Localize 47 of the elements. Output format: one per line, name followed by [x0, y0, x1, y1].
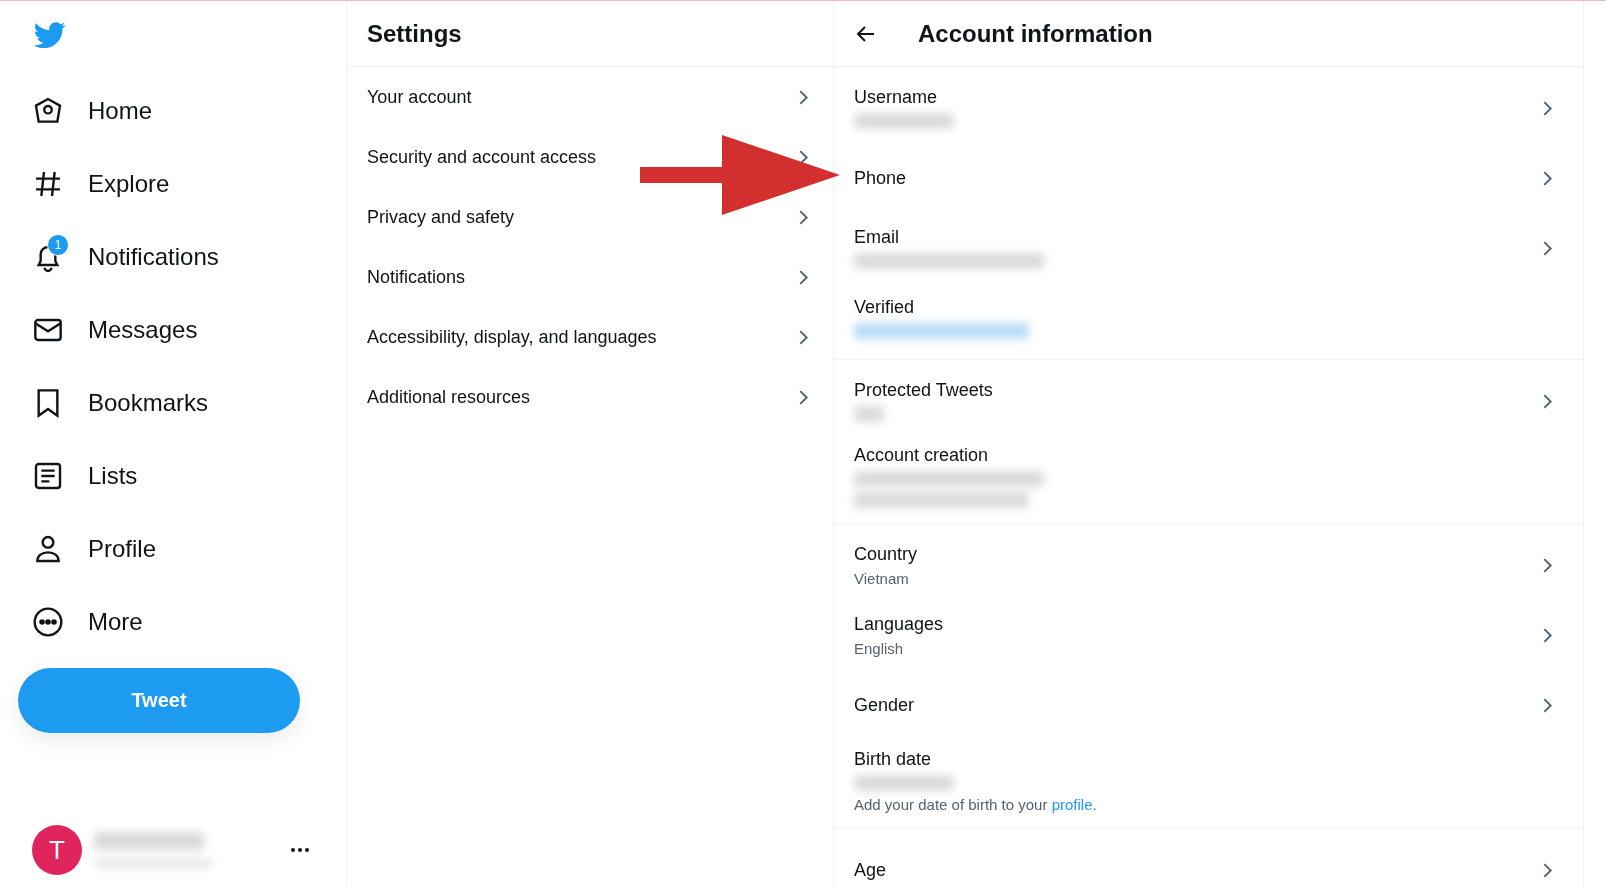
account-detail-row[interactable]: Languages English	[834, 600, 1583, 670]
nav-item[interactable]: 1 Notifications	[18, 220, 346, 293]
nav-item[interactable]: Messages	[18, 293, 346, 366]
birth-date-note: Add your date of birth to your profile.	[854, 796, 1097, 813]
chevron-icon	[1542, 556, 1553, 574]
chevron-icon	[1542, 239, 1553, 257]
account-detail-row: Account creation	[834, 436, 1583, 517]
account-detail-row[interactable]: Age	[834, 835, 1583, 887]
account-detail-row[interactable]: Username	[834, 73, 1583, 143]
chevron-icon	[798, 208, 809, 226]
bird-logo[interactable]	[32, 19, 68, 51]
nav-item[interactable]: Explore	[18, 147, 346, 220]
chevron-icon	[1542, 696, 1553, 714]
chevron-icon	[798, 328, 809, 346]
nav-item[interactable]: Home	[18, 74, 346, 147]
account-detail-row[interactable]: Email	[834, 213, 1583, 283]
account-detail-row: Verified	[834, 283, 1583, 353]
blurred-text	[854, 406, 884, 422]
account-detail-row-text: Birth date Add your date of birth to your profile.	[853, 748, 1098, 815]
account-detail-row[interactable]: Phone	[834, 143, 1583, 213]
account-detail-row[interactable]: Country Vietnam	[834, 530, 1583, 600]
more-dots-icon[interactable]	[290, 847, 310, 853]
nav-item[interactable]: More	[18, 585, 346, 658]
settings-item[interactable]: Privacy and safety	[347, 187, 833, 247]
nav-item[interactable]: Lists	[18, 439, 346, 512]
more-icon	[32, 605, 64, 638]
settings-item[interactable]: Security and account access	[347, 127, 833, 187]
chevron-icon	[1542, 99, 1553, 117]
chevron-icon	[1542, 626, 1553, 644]
settings-item[interactable]: Your account	[347, 67, 833, 127]
chevron-icon	[798, 88, 809, 106]
avatar[interactable]: T	[32, 825, 82, 875]
notification-badge: 1	[47, 233, 69, 256]
nav-item[interactable]: Bookmarks	[18, 366, 346, 439]
account-detail-row[interactable]: Gender	[834, 670, 1583, 740]
settings-title: Settings	[367, 19, 462, 48]
nav-item[interactable]: Profile	[18, 512, 346, 585]
chevron-icon	[798, 388, 809, 406]
chevron-icon	[798, 268, 809, 286]
chevron-icon	[1542, 169, 1553, 187]
settings-item[interactable]: Notifications	[347, 247, 833, 307]
account-detail-row[interactable]: Protected Tweets	[834, 366, 1583, 436]
settings-item[interactable]: Additional resources	[347, 367, 833, 427]
settings-item[interactable]: Accessibility, display, and languages	[347, 307, 833, 367]
chevron-icon	[1542, 392, 1553, 410]
chevron-icon	[1542, 861, 1553, 879]
account-information-title: Account information	[918, 19, 1153, 48]
